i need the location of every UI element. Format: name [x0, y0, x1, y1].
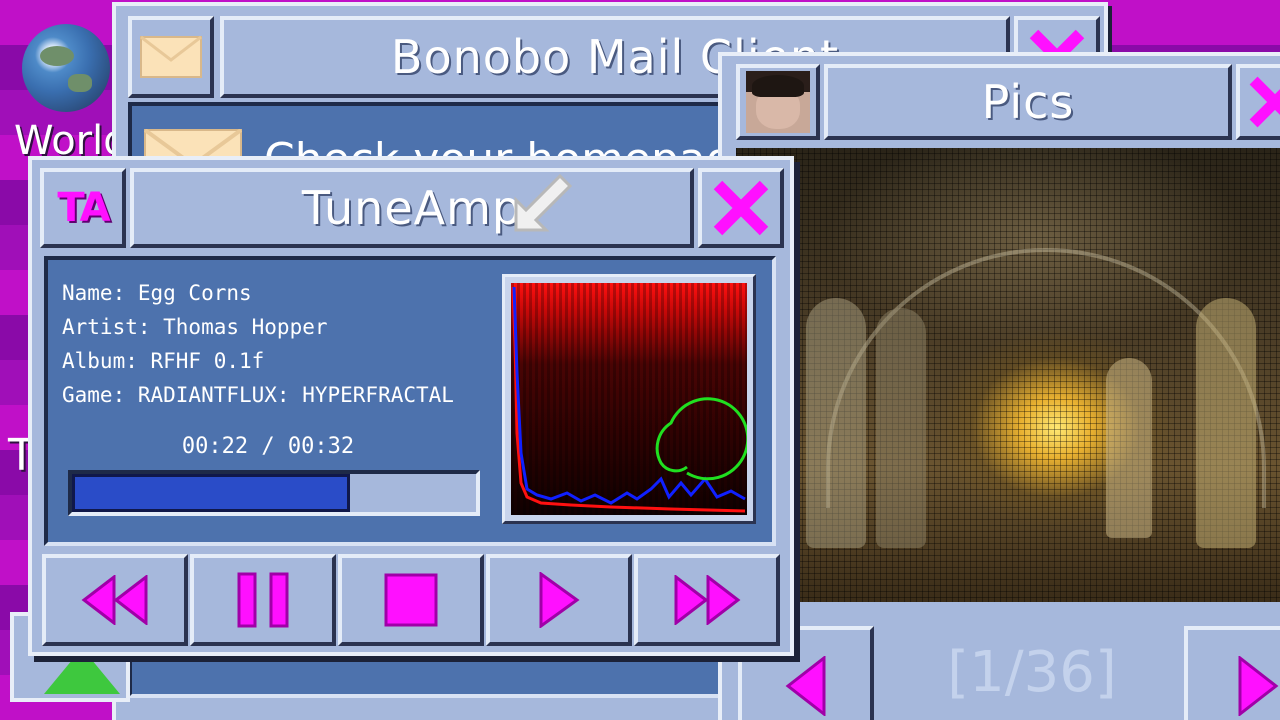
stop-button[interactable] [338, 554, 484, 646]
pics-window-title[interactable]: Pics [824, 64, 1232, 140]
tuneamp-info-panel: Name: Egg Corns Artist: Thomas Hopper Al… [44, 256, 776, 546]
track-name: Name: Egg Corns [62, 281, 252, 305]
close-icon [713, 180, 769, 236]
rewind-button[interactable] [42, 554, 188, 646]
play-button[interactable] [486, 554, 632, 646]
arrow-right-icon [1238, 656, 1279, 716]
tuneamp-title-text: TuneAmp [301, 181, 523, 235]
tuneamp-close-button[interactable] [698, 168, 784, 248]
pause-button[interactable] [190, 554, 336, 646]
fast-forward-button[interactable] [634, 554, 780, 646]
cursor-icon [514, 173, 573, 232]
time-display: 00:22 / 00:32 [181, 434, 355, 459]
pics-window: Pics [1/36] [718, 52, 1280, 720]
tuneamp-window: TA TuneAmp Name: Egg Corns Artist: Thoma… [28, 156, 794, 656]
tuneamp-title[interactable]: TuneAmp [130, 168, 694, 248]
close-icon [1249, 76, 1280, 128]
stop-icon [384, 573, 438, 627]
fast-forward-icon [674, 575, 741, 625]
tuneamp-logo: TA [57, 185, 110, 231]
pause-icon [237, 572, 289, 628]
mail-app-button[interactable] [128, 16, 214, 98]
pics-avatar-button[interactable] [736, 64, 820, 140]
envelope-icon [140, 36, 202, 78]
progress-fill [72, 474, 350, 512]
pics-counter: [1/36] [947, 640, 1117, 705]
pics-close-button[interactable] [1236, 64, 1280, 140]
visualizer [502, 274, 756, 524]
progress-bar[interactable] [68, 470, 480, 516]
pics-image [736, 148, 1280, 602]
avatar [746, 71, 810, 133]
arrow-left-icon [785, 656, 826, 716]
desktop-icon-world[interactable] [22, 24, 118, 112]
track-album: Album: RFHF 0.1f [62, 349, 265, 373]
tuneamp-logo-button[interactable]: TA [40, 168, 126, 248]
track-artist: Artist: Thomas Hopper [62, 315, 328, 339]
play-icon [539, 572, 580, 628]
track-game: Game: RADIANTFLUX: HYPERFRACTAL [62, 383, 454, 407]
visualizer-graph [511, 283, 747, 515]
globe-icon [22, 24, 110, 112]
rewind-icon [81, 575, 148, 625]
pics-next-button[interactable] [1184, 626, 1280, 720]
